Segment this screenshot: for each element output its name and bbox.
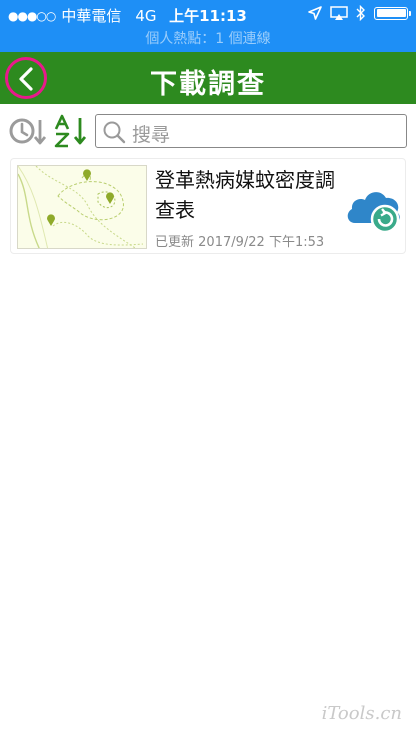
app-header: 下載調查 (0, 52, 416, 104)
sort-alphabetical-icon[interactable] (52, 114, 92, 148)
updated-label: 已更新 (155, 235, 195, 250)
watermark: iTools.cn (321, 703, 402, 724)
search-icon (103, 121, 126, 144)
hotspot-banner[interactable]: 個人熱點：1 個連線 (0, 28, 416, 48)
search-input[interactable]: 搜尋 (95, 114, 407, 148)
page-title: 下載調查 (150, 69, 266, 100)
survey-list-item[interactable]: 登革熱病媒蚊密度調查表 已更新 2017/9/22 下午1:53 (10, 158, 406, 254)
sort-by-time-icon[interactable] (8, 114, 48, 148)
screen-mirroring-icon (330, 6, 348, 20)
battery-icon (374, 6, 411, 20)
updated-time: 2017/9/22 下午1:53 (198, 235, 325, 250)
bluetooth-icon (356, 5, 365, 21)
cloud-sync-icon[interactable] (345, 181, 405, 237)
list-toolbar: 搜尋 (0, 112, 416, 152)
search-placeholder: 搜尋 (132, 124, 171, 146)
status-bar: ●●●○○ 中華電信 4G 上午11:13 個人熱點：1 個連線 (0, 0, 416, 52)
survey-title: 登革熱病媒蚊密度調查表 (155, 168, 335, 222)
map-thumbnail (17, 165, 147, 249)
survey-updated-info: 已更新 2017/9/22 下午1:53 (155, 231, 324, 250)
location-icon (308, 6, 322, 20)
